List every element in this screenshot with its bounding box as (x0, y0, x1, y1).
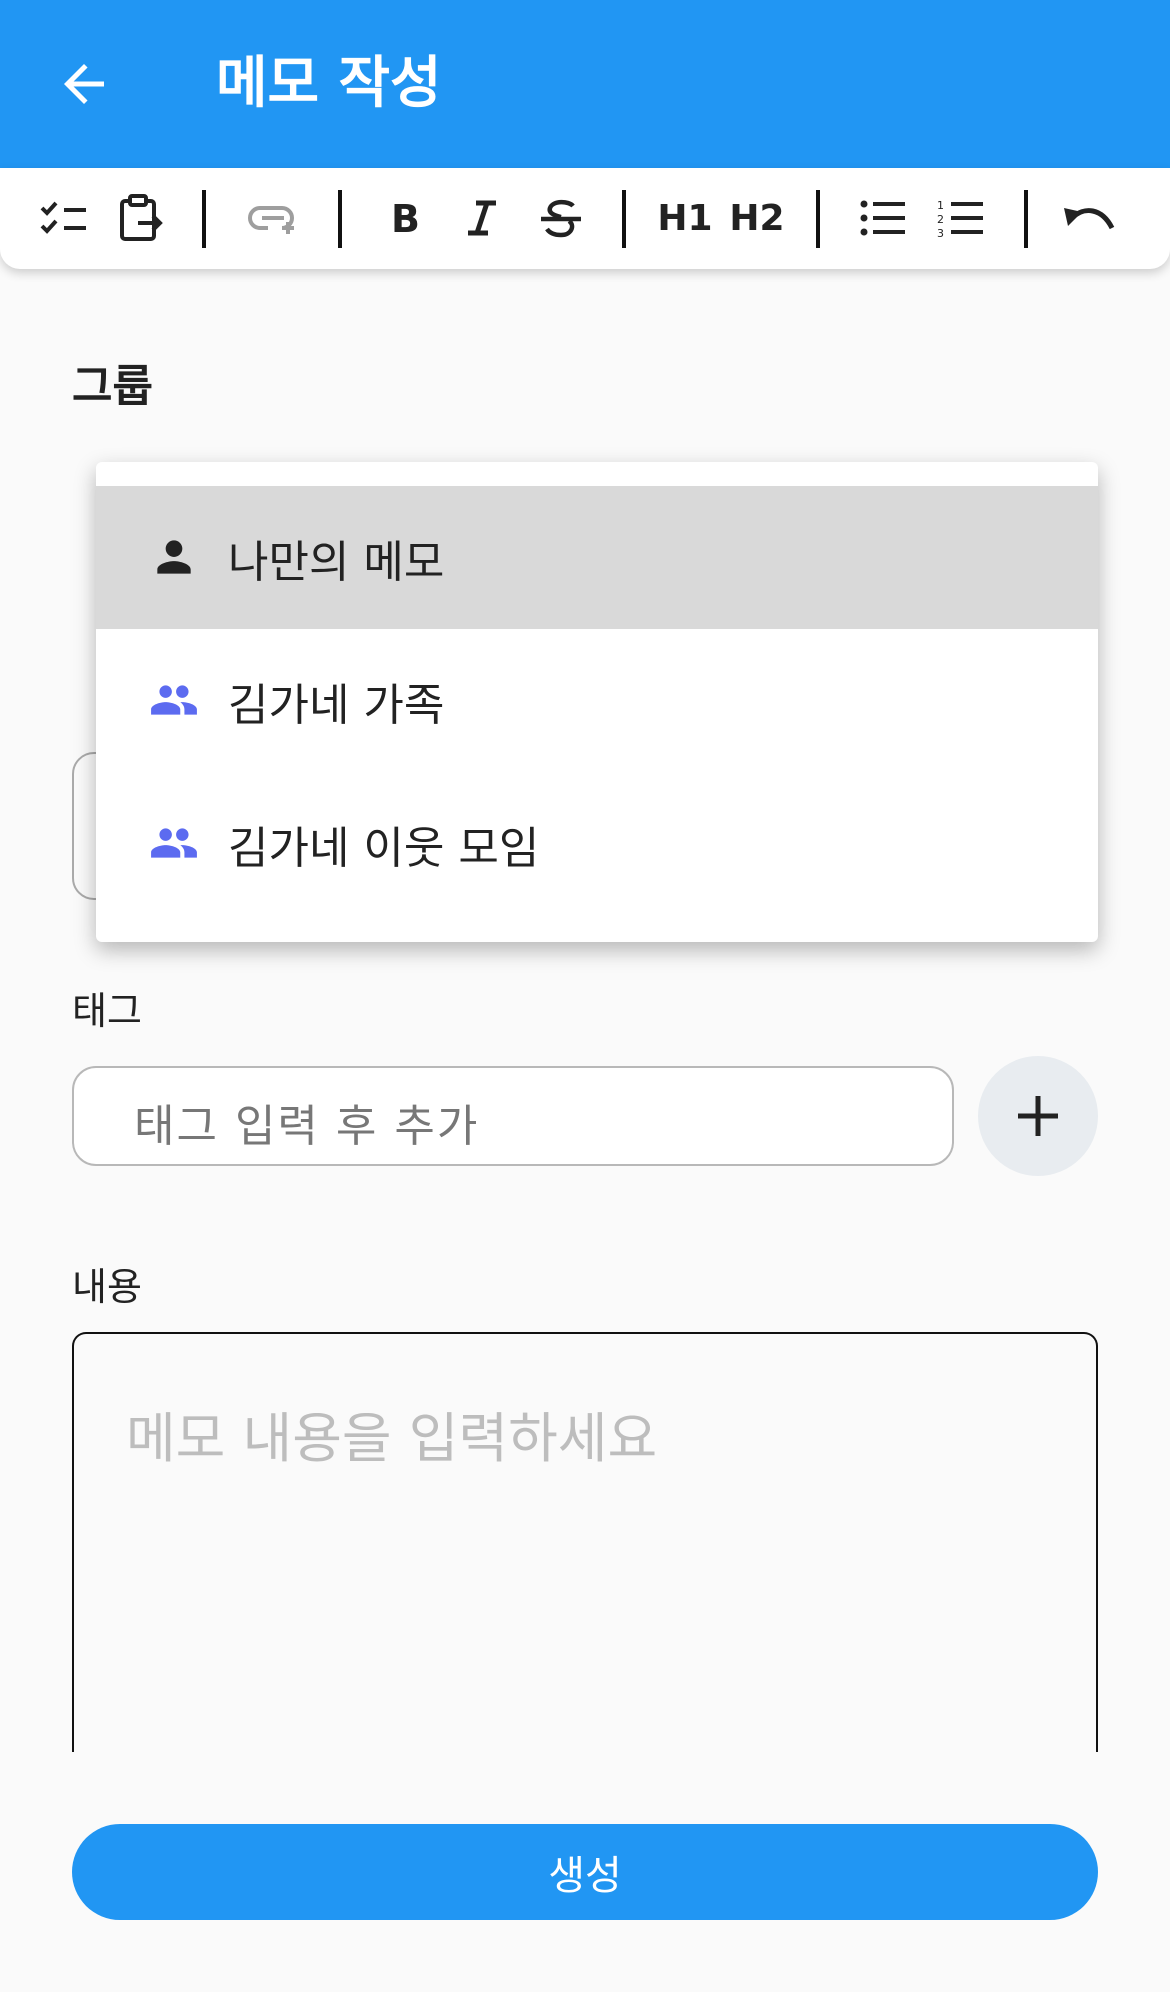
italic-icon (468, 200, 496, 236)
toolbar-divider (816, 190, 820, 248)
heading1-button[interactable]: H1 (650, 182, 720, 254)
paste-icon (120, 194, 163, 241)
person-icon (157, 540, 191, 574)
toolbar-divider (202, 190, 206, 248)
heading1-label: H1 (657, 197, 713, 239)
toolbar-divider (622, 190, 626, 248)
link-icon (248, 206, 294, 234)
bold-button[interactable]: B (370, 182, 440, 254)
heading2-label: H2 (729, 197, 785, 239)
svg-text:2: 2 (937, 213, 944, 226)
dropdown-item-label: 김가네 가족 (228, 679, 445, 731)
link-button[interactable] (240, 182, 310, 254)
toolbar-divider (338, 190, 342, 248)
undo-icon (1064, 208, 1115, 230)
group-label: 그룹 (72, 361, 153, 412)
heading2-button[interactable]: H2 (722, 182, 792, 254)
page-title: 메모 작성 (216, 51, 442, 116)
undo-button[interactable] (1054, 182, 1124, 254)
bullet-list-icon (860, 200, 905, 236)
dropdown-item-label: 나만의 메모 (228, 536, 445, 588)
group-icon (151, 685, 197, 715)
strikethrough-button[interactable] (526, 182, 596, 254)
memo-create-screen: 메모 작성 B H1 H2 1 2 3 그룹 나만의 메모 김가네 가족 김가네… (0, 0, 1170, 1992)
svg-text:3: 3 (937, 227, 944, 238)
content-label: 내용 (72, 1265, 142, 1309)
dropdown-item-my-memo[interactable]: 나만의 메모 (96, 486, 1098, 629)
plus-icon (1018, 1096, 1058, 1136)
numbered-list-button[interactable]: 1 2 3 (926, 182, 996, 254)
tag-input-placeholder: 태그 입력 후 추가 (134, 1101, 480, 1152)
dropdown-item-label: 김가네 이웃 모임 (228, 822, 540, 874)
add-tag-button[interactable] (978, 1056, 1098, 1176)
svg-text:B: B (391, 198, 420, 238)
group-icon (151, 828, 197, 858)
checklist-button[interactable] (28, 182, 98, 254)
arrow-left-icon (64, 64, 104, 104)
dropdown-item-kim-neighbors[interactable]: 김가네 이웃 모임 (96, 772, 1098, 915)
dropdown-item-kim-family[interactable]: 김가네 가족 (96, 629, 1098, 772)
app-bar: 메모 작성 (0, 0, 1170, 168)
content-placeholder: 메모 내용을 입력하세요 (126, 1407, 658, 1470)
toolbar-divider (1024, 190, 1028, 248)
svg-text:1: 1 (937, 199, 944, 212)
create-button[interactable]: 생성 (72, 1824, 1098, 1920)
group-dropdown-menu: 나만의 메모 김가네 가족 김가네 이웃 모임 (96, 462, 1098, 942)
tag-input[interactable]: 태그 입력 후 추가 (72, 1066, 954, 1166)
numbered-list-icon: 1 2 3 (937, 199, 983, 238)
italic-button[interactable] (447, 182, 517, 254)
content-textarea[interactable]: 메모 내용을 입력하세요 (72, 1332, 1098, 1752)
checklist-icon (40, 201, 86, 234)
editor-toolbar: B H1 H2 1 2 3 (0, 168, 1170, 269)
create-button-label: 생성 (548, 1853, 622, 1899)
back-button[interactable] (48, 48, 120, 120)
strikethrough-icon (541, 199, 581, 238)
paste-button[interactable] (106, 182, 176, 254)
tag-label: 태그 (72, 989, 142, 1033)
bold-icon: B (391, 198, 420, 238)
bullet-list-button[interactable] (848, 182, 918, 254)
